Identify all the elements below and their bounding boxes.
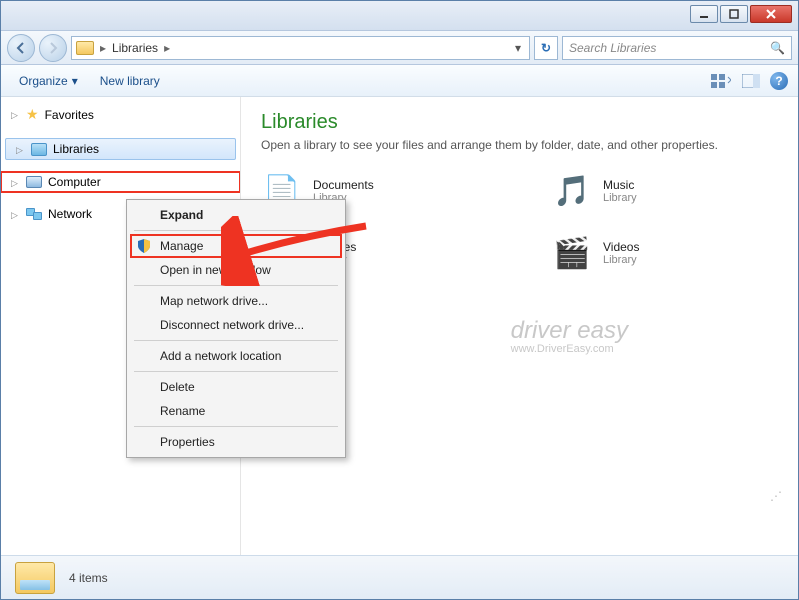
ctx-disconnect-drive[interactable]: Disconnect network drive... bbox=[130, 313, 342, 337]
music-icon: 🎵 bbox=[551, 170, 593, 212]
chevron-down-icon: ▾ bbox=[72, 74, 78, 88]
expand-icon: ▷ bbox=[11, 210, 20, 219]
maximize-button[interactable] bbox=[720, 5, 748, 23]
status-item-count: 4 items bbox=[69, 571, 108, 585]
ctx-separator bbox=[134, 340, 338, 341]
libraries-icon bbox=[31, 143, 47, 156]
ctx-separator bbox=[134, 371, 338, 372]
sidebar-item-libraries[interactable]: ▷ Libraries bbox=[5, 138, 236, 160]
organize-button[interactable]: Organize ▾ bbox=[11, 70, 86, 92]
watermark: driver easy www.DriverEasy.com bbox=[511, 317, 628, 355]
folder-icon bbox=[76, 41, 94, 55]
ctx-delete[interactable]: Delete bbox=[130, 375, 342, 399]
breadcrumb-separator: ▸ bbox=[100, 41, 106, 55]
sidebar-item-label: Network bbox=[48, 207, 92, 221]
command-toolbar: Organize ▾ New library ? bbox=[1, 65, 798, 97]
new-library-button[interactable]: New library bbox=[92, 70, 168, 92]
change-view-button[interactable] bbox=[710, 72, 732, 90]
shield-icon bbox=[136, 238, 152, 254]
search-icon: 🔍 bbox=[770, 41, 785, 55]
videos-icon: 🎬 bbox=[551, 232, 593, 274]
back-button[interactable] bbox=[7, 34, 35, 62]
star-icon: ★ bbox=[26, 106, 39, 123]
callout-arrow bbox=[221, 216, 371, 289]
main-area: ▷ ★ Favorites ▷ Libraries ▷ Computer ▷ N… bbox=[1, 97, 798, 555]
navigation-bar: ▸ Libraries ▸ ▾ ↻ Search Libraries 🔍 bbox=[1, 31, 798, 65]
breadcrumb-separator: ▸ bbox=[164, 41, 170, 55]
ctx-properties[interactable]: Properties bbox=[130, 430, 342, 454]
forward-button[interactable] bbox=[39, 34, 67, 62]
library-item-videos[interactable]: 🎬 VideosLibrary bbox=[551, 232, 751, 274]
sidebar-item-label: Libraries bbox=[53, 142, 99, 156]
ctx-rename[interactable]: Rename bbox=[130, 399, 342, 423]
sidebar-item-label: Computer bbox=[48, 175, 101, 189]
computer-icon bbox=[26, 176, 42, 188]
ctx-add-network-location[interactable]: Add a network location bbox=[130, 344, 342, 368]
network-icon bbox=[26, 208, 42, 220]
sidebar-item-favorites[interactable]: ▷ ★ Favorites bbox=[1, 103, 240, 126]
expand-icon: ▷ bbox=[11, 110, 20, 119]
refresh-button[interactable]: ↻ bbox=[534, 36, 558, 60]
search-placeholder: Search Libraries bbox=[569, 41, 656, 55]
address-dropdown[interactable]: ▾ bbox=[511, 41, 525, 55]
sidebar-item-computer[interactable]: ▷ Computer bbox=[1, 172, 240, 192]
sidebar-item-label: Favorites bbox=[45, 108, 94, 122]
resize-grip[interactable]: ⋰ bbox=[770, 489, 784, 503]
ctx-map-drive[interactable]: Map network drive... bbox=[130, 289, 342, 313]
expand-icon: ▷ bbox=[16, 145, 25, 154]
page-subtitle: Open a library to see your files and arr… bbox=[261, 138, 778, 152]
preview-pane-button[interactable] bbox=[740, 72, 762, 90]
minimize-button[interactable] bbox=[690, 5, 718, 23]
status-bar: 4 items bbox=[1, 555, 798, 599]
window-titlebar bbox=[1, 1, 798, 31]
status-folder-icon bbox=[15, 562, 55, 594]
address-bar[interactable]: ▸ Libraries ▸ ▾ bbox=[71, 36, 530, 60]
expand-icon: ▷ bbox=[11, 178, 20, 187]
help-button[interactable]: ? bbox=[770, 72, 788, 90]
ctx-separator bbox=[134, 426, 338, 427]
search-box[interactable]: Search Libraries 🔍 bbox=[562, 36, 792, 60]
breadcrumb-libraries[interactable]: Libraries bbox=[112, 41, 158, 55]
page-title: Libraries bbox=[261, 111, 778, 134]
library-item-music[interactable]: 🎵 MusicLibrary bbox=[551, 170, 751, 212]
close-button[interactable] bbox=[750, 5, 792, 23]
